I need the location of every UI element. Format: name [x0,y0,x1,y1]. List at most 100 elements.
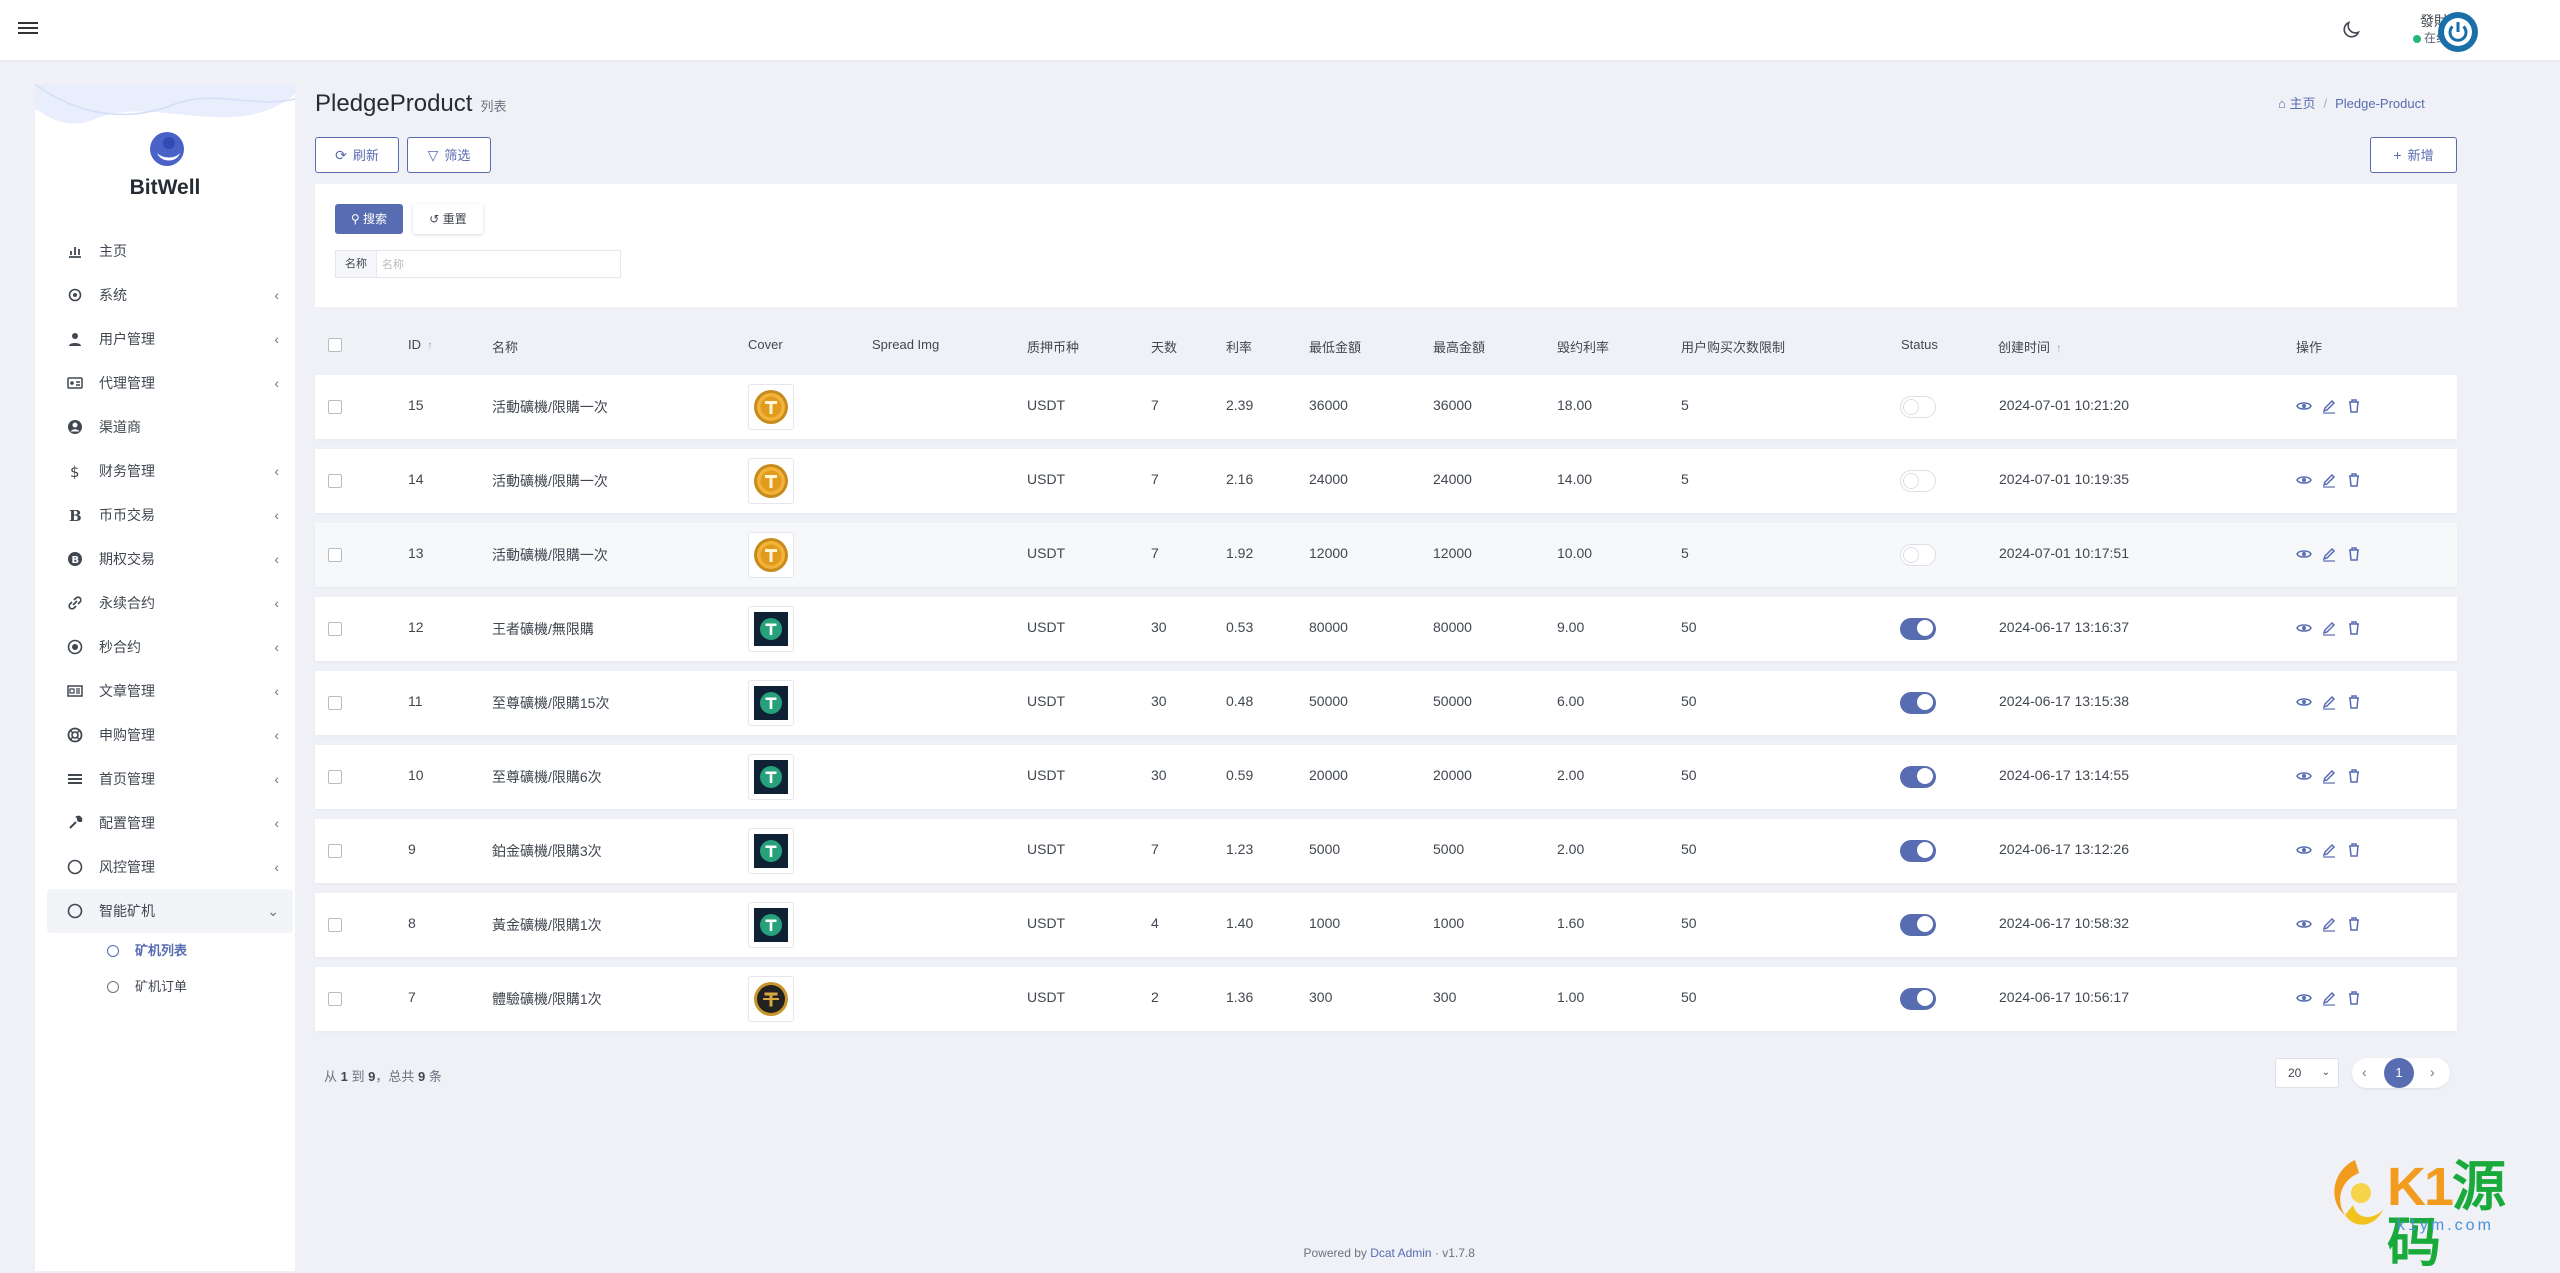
sidebar-item[interactable]: 文章管理 ‹ [47,669,293,713]
cover-image[interactable] [748,606,794,652]
status-toggle[interactable] [1900,470,1936,492]
cell-breach-rate: 2.00 [1557,767,1585,783]
status-toggle[interactable] [1900,840,1936,862]
trash-icon[interactable] [2346,694,2362,710]
cell-breach-rate: 1.00 [1557,989,1585,1005]
cover-image[interactable] [748,680,794,726]
eye-icon[interactable] [2296,472,2312,488]
search-button[interactable]: ⚲ 搜索 [335,204,403,234]
row-checkbox[interactable] [328,400,342,414]
row-checkbox[interactable] [328,696,342,710]
cover-image[interactable] [748,828,794,874]
trash-icon[interactable] [2346,768,2362,784]
avatar[interactable] [2438,12,2478,52]
name-filter-input[interactable] [380,254,614,276]
refresh-button[interactable]: ⟳ 刷新 [315,137,399,173]
sidebar-item[interactable]: 配置管理 ‹ [47,801,293,845]
edit-icon[interactable] [2321,472,2337,488]
status-toggle[interactable] [1900,544,1936,566]
cover-image[interactable] [748,902,794,948]
trash-icon[interactable] [2346,620,2362,636]
sidebar-item[interactable]: 系统 ‹ [47,273,293,317]
sidebar-item[interactable]: 秒合约 ‹ [47,625,293,669]
edit-icon[interactable] [2321,842,2337,858]
eye-icon[interactable] [2296,546,2312,562]
sidebar-item[interactable]: 风控管理 ‹ [47,845,293,889]
trash-icon[interactable] [2346,990,2362,1006]
eye-icon[interactable] [2296,990,2312,1006]
cover-image[interactable] [748,754,794,800]
sidebar-item[interactable]: 渠道商 [47,405,293,449]
breadcrumb-home[interactable]: ⌂ 主页 [2278,96,2315,111]
edit-icon[interactable] [2321,916,2337,932]
cell-days: 4 [1151,915,1159,931]
cover-image[interactable] [748,384,794,430]
edit-icon[interactable] [2321,398,2337,414]
row-checkbox[interactable] [328,992,342,1006]
cover-image[interactable] [748,458,794,504]
sidebar-item[interactable]: B 币币交易 ‹ [47,493,293,537]
row-checkbox[interactable] [328,474,342,488]
edit-icon[interactable] [2321,546,2337,562]
sidebar-item[interactable]: 首页管理 ‹ [47,757,293,801]
new-button[interactable]: + 新增 [2370,137,2457,173]
eye-icon[interactable] [2296,694,2312,710]
current-page[interactable]: 1 [2384,1058,2414,1088]
per-page-select[interactable]: 20 ⌄ [2275,1058,2339,1088]
sidebar-item[interactable]: 智能矿机 ⌄ [47,889,293,933]
dark-mode-icon[interactable] [2340,19,2362,41]
row-checkbox[interactable] [328,622,342,636]
status-toggle[interactable] [1900,914,1936,936]
edit-icon[interactable] [2321,694,2337,710]
sidebar-item[interactable]: 代理管理 ‹ [47,361,293,405]
sort-arrow-icon[interactable]: ↑ [427,338,433,352]
trash-icon[interactable] [2346,398,2362,414]
reset-button[interactable]: ↺ 重置 [413,204,483,234]
status-toggle[interactable] [1900,988,1936,1010]
edit-icon[interactable] [2321,620,2337,636]
cell-rate: 2.16 [1226,471,1254,487]
row-actions [2296,915,2371,932]
trash-icon[interactable] [2346,546,2362,562]
status-toggle[interactable] [1900,766,1936,788]
trash-icon[interactable] [2346,916,2362,932]
status-toggle[interactable] [1900,618,1936,640]
sort-arrow-icon[interactable]: ↑ [2056,341,2062,355]
status-toggle[interactable] [1900,396,1936,418]
sidebar-subitem[interactable]: 矿机订单 [47,969,293,1005]
toggle-knob [1903,547,1919,563]
row-checkbox[interactable] [328,770,342,784]
column-spread-img: Spread Img [872,337,940,352]
edit-icon[interactable] [2321,768,2337,784]
trash-icon[interactable] [2346,472,2362,488]
cover-image[interactable] [748,976,794,1022]
column-id[interactable]: ID ↑ [408,337,433,352]
eye-icon[interactable] [2296,916,2312,932]
sidebar-item[interactable]: $ 财务管理 ‹ [47,449,293,493]
eye-icon[interactable] [2296,842,2312,858]
status-toggle[interactable] [1900,692,1936,714]
row-checkbox[interactable] [328,918,342,932]
next-page-icon[interactable]: › [2430,1064,2435,1080]
eye-icon[interactable] [2296,398,2312,414]
eye-icon[interactable] [2296,768,2312,784]
footer-link[interactable]: Dcat Admin [1370,1246,1431,1260]
menu-toggle-icon[interactable] [18,19,38,39]
trash-icon[interactable] [2346,842,2362,858]
select-all-checkbox[interactable] [328,338,342,352]
sidebar-item[interactable]: 申购管理 ‹ [47,713,293,757]
edit-icon[interactable] [2321,990,2337,1006]
cover-image[interactable] [748,532,794,578]
column-created[interactable]: 创建时间 ↑ [1998,337,2062,356]
eye-icon[interactable] [2296,620,2312,636]
prev-page-icon[interactable]: ‹ [2362,1064,2367,1080]
sidebar-item[interactable]: B 期权交易 ‹ [47,537,293,581]
sidebar-item[interactable]: 永续合约 ‹ [47,581,293,625]
filter-button[interactable]: ▽ 筛选 [407,137,491,173]
row-checkbox[interactable] [328,548,342,562]
sidebar-item[interactable]: 主页 [47,229,293,273]
sidebar-subitem[interactable]: 矿机列表 [47,933,293,969]
sidebar-item[interactable]: 用户管理 ‹ [47,317,293,361]
row-checkbox[interactable] [328,844,342,858]
cell-max: 20000 [1433,767,1472,783]
